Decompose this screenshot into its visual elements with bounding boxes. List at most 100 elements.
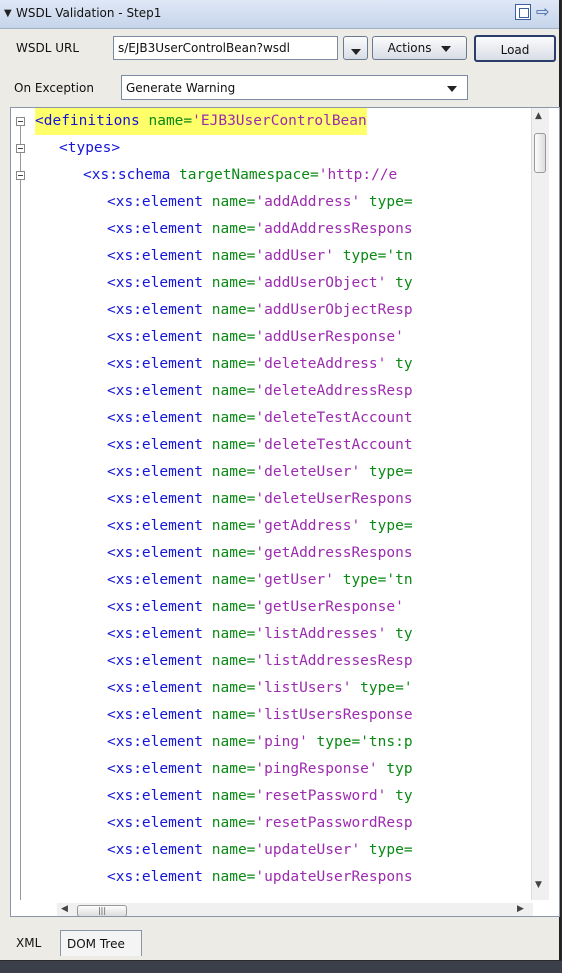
code-attribute: type='tn: [334, 572, 413, 588]
code-tag: <xs:element: [107, 707, 204, 723]
code-line: <xs:element name='getUser' type='tn: [35, 567, 413, 594]
code-attribute: name=: [203, 329, 256, 345]
horizontal-scrollbar[interactable]: ◀ ||| ▶: [57, 903, 533, 916]
fold-line: [20, 180, 21, 900]
tab-xml[interactable]: XML: [10, 930, 58, 956]
tab-dom-tree[interactable]: DOM Tree: [60, 930, 142, 956]
code-tag: <xs:element: [107, 221, 204, 237]
code-tag: <xs:element: [107, 275, 204, 291]
code-value: 'listUsersResponse: [255, 707, 413, 723]
code-tag: <xs:element: [107, 464, 204, 480]
code-attribute: name=: [203, 302, 256, 318]
code-attribute: name=: [203, 680, 256, 696]
code-value: 'addUser': [255, 248, 334, 264]
actions-button[interactable]: Actions: [372, 36, 467, 60]
code-tag: <xs:element: [107, 626, 204, 642]
code-value: 'getUserResponse': [255, 599, 404, 615]
wsdl-url-label: WSDL URL: [16, 41, 80, 55]
code-attribute: name=: [203, 491, 256, 507]
code-value: 'pingResponse': [255, 761, 378, 777]
xml-editor[interactable]: <definitions name='EJB3UserControlBean <t…: [10, 107, 560, 917]
code-attribute: type=: [360, 464, 413, 480]
code-value: 'http://e: [318, 167, 398, 183]
code-value: 'deleteTestAccount: [255, 437, 413, 453]
code-tag: <xs:element: [107, 788, 204, 804]
actions-label: Actions: [387, 41, 432, 55]
code-tag: <xs:element: [107, 383, 204, 399]
code-attribute: name=: [203, 572, 256, 588]
code-value: 'listUsers': [255, 680, 352, 696]
code-line: <xs:element name='addUserObjectResp: [35, 297, 413, 324]
fold-gutter: [11, 108, 35, 916]
code-tag: <xs:element: [107, 410, 204, 426]
code-tag: <xs:element: [107, 761, 204, 777]
wsdl-url-row: WSDL URL s/EJB3UserControlBean?wsdl Acti…: [0, 28, 559, 68]
code-attribute: ty: [386, 626, 413, 642]
code-attribute: name=: [203, 275, 256, 291]
code-line: <xs:element name='getAddressRespons: [35, 540, 413, 567]
horizontal-scroll-thumb[interactable]: |||: [77, 905, 127, 916]
chevron-down-icon: [350, 48, 361, 55]
code-attribute: name=: [203, 545, 256, 561]
code-value: 'EJB3UserControlBean: [192, 113, 367, 129]
code-line: <xs:element name='addUserObject' ty: [35, 270, 413, 297]
fold-line: [20, 126, 21, 144]
code-tag: <xs:element: [107, 815, 204, 831]
code-value: 'deleteUserRespons: [255, 491, 413, 507]
code-value: 'resetPassword': [255, 788, 387, 804]
code-attribute: name=: [203, 869, 256, 885]
code-line: <xs:element name='resetPassword' ty: [35, 783, 413, 810]
code-line: <xs:element name='updateUserRespons: [35, 864, 413, 891]
code-tag: <xs:element: [107, 491, 204, 507]
vertical-scrollbar[interactable]: ▲ ▼: [531, 108, 549, 900]
code-attribute: type='tn: [334, 248, 413, 264]
code-line: <xs:element name='deleteUser' type=: [35, 459, 413, 486]
collapse-triangle-icon[interactable]: ▼: [4, 8, 12, 19]
taskbar-strip: [0, 961, 562, 973]
code-line: <xs:element name='ping' type='tns:p: [35, 729, 413, 756]
code-attribute: name=: [203, 842, 256, 858]
code-attribute: name=: [203, 410, 256, 426]
scroll-right-icon[interactable]: ▶: [517, 904, 524, 914]
fold-toggle-icon[interactable]: [16, 171, 25, 180]
vertical-scroll-thumb[interactable]: [534, 133, 546, 173]
code-value: 'deleteTestAccount: [255, 410, 413, 426]
code-tag: <xs:element: [107, 518, 204, 534]
code-line: <definitions name='EJB3UserControlBean: [35, 108, 367, 135]
url-history-dropdown-button[interactable]: [343, 36, 368, 60]
load-button[interactable]: Load: [474, 35, 556, 62]
code-attribute: name=: [139, 113, 193, 129]
wsdl-url-input[interactable]: s/EJB3UserControlBean?wsdl: [113, 36, 338, 60]
code-attribute: ty: [386, 356, 413, 372]
scroll-left-icon[interactable]: ◀: [61, 904, 68, 914]
code-attribute: name=: [203, 653, 256, 669]
code-line: <xs:element name='updateUser' type=: [35, 837, 413, 864]
code-attribute: ty: [386, 788, 413, 804]
code-tag: <xs:element: [107, 869, 204, 885]
code-attribute: name=: [203, 761, 256, 777]
code-value: 'addUserObjectResp: [255, 302, 413, 318]
load-label: Load: [500, 43, 530, 57]
code-attribute: type=: [360, 194, 413, 210]
code-tag: <xs:schema: [83, 167, 171, 183]
code-attribute: name=: [203, 383, 256, 399]
float-window-icon[interactable]: [515, 4, 531, 20]
fold-toggle-icon[interactable]: [16, 144, 25, 153]
scroll-up-icon[interactable]: ▲: [535, 111, 542, 121]
scroll-down-icon[interactable]: ▼: [535, 880, 542, 890]
arrow-right-icon[interactable]: ⇨: [536, 2, 549, 21]
code-attribute: name=: [203, 788, 256, 804]
code-line: <xs:element name='listAddressesResp: [35, 648, 413, 675]
code-tag: <xs:element: [107, 545, 204, 561]
on-exception-row: On Exception Generate Warning: [0, 72, 559, 102]
code-line: <xs:element name='listAddresses' ty: [35, 621, 413, 648]
code-tag: <xs:element: [107, 194, 204, 210]
on-exception-select[interactable]: Generate Warning: [121, 75, 468, 100]
code-tag: <definitions: [35, 113, 140, 129]
code-attribute: type=: [360, 518, 413, 534]
code-value: 'addUserResponse': [255, 329, 404, 345]
code-value: 'listAddresses': [255, 626, 387, 642]
code-attribute: name=: [203, 221, 256, 237]
fold-toggle-icon[interactable]: [16, 117, 25, 126]
code-attribute: name=: [203, 599, 256, 615]
